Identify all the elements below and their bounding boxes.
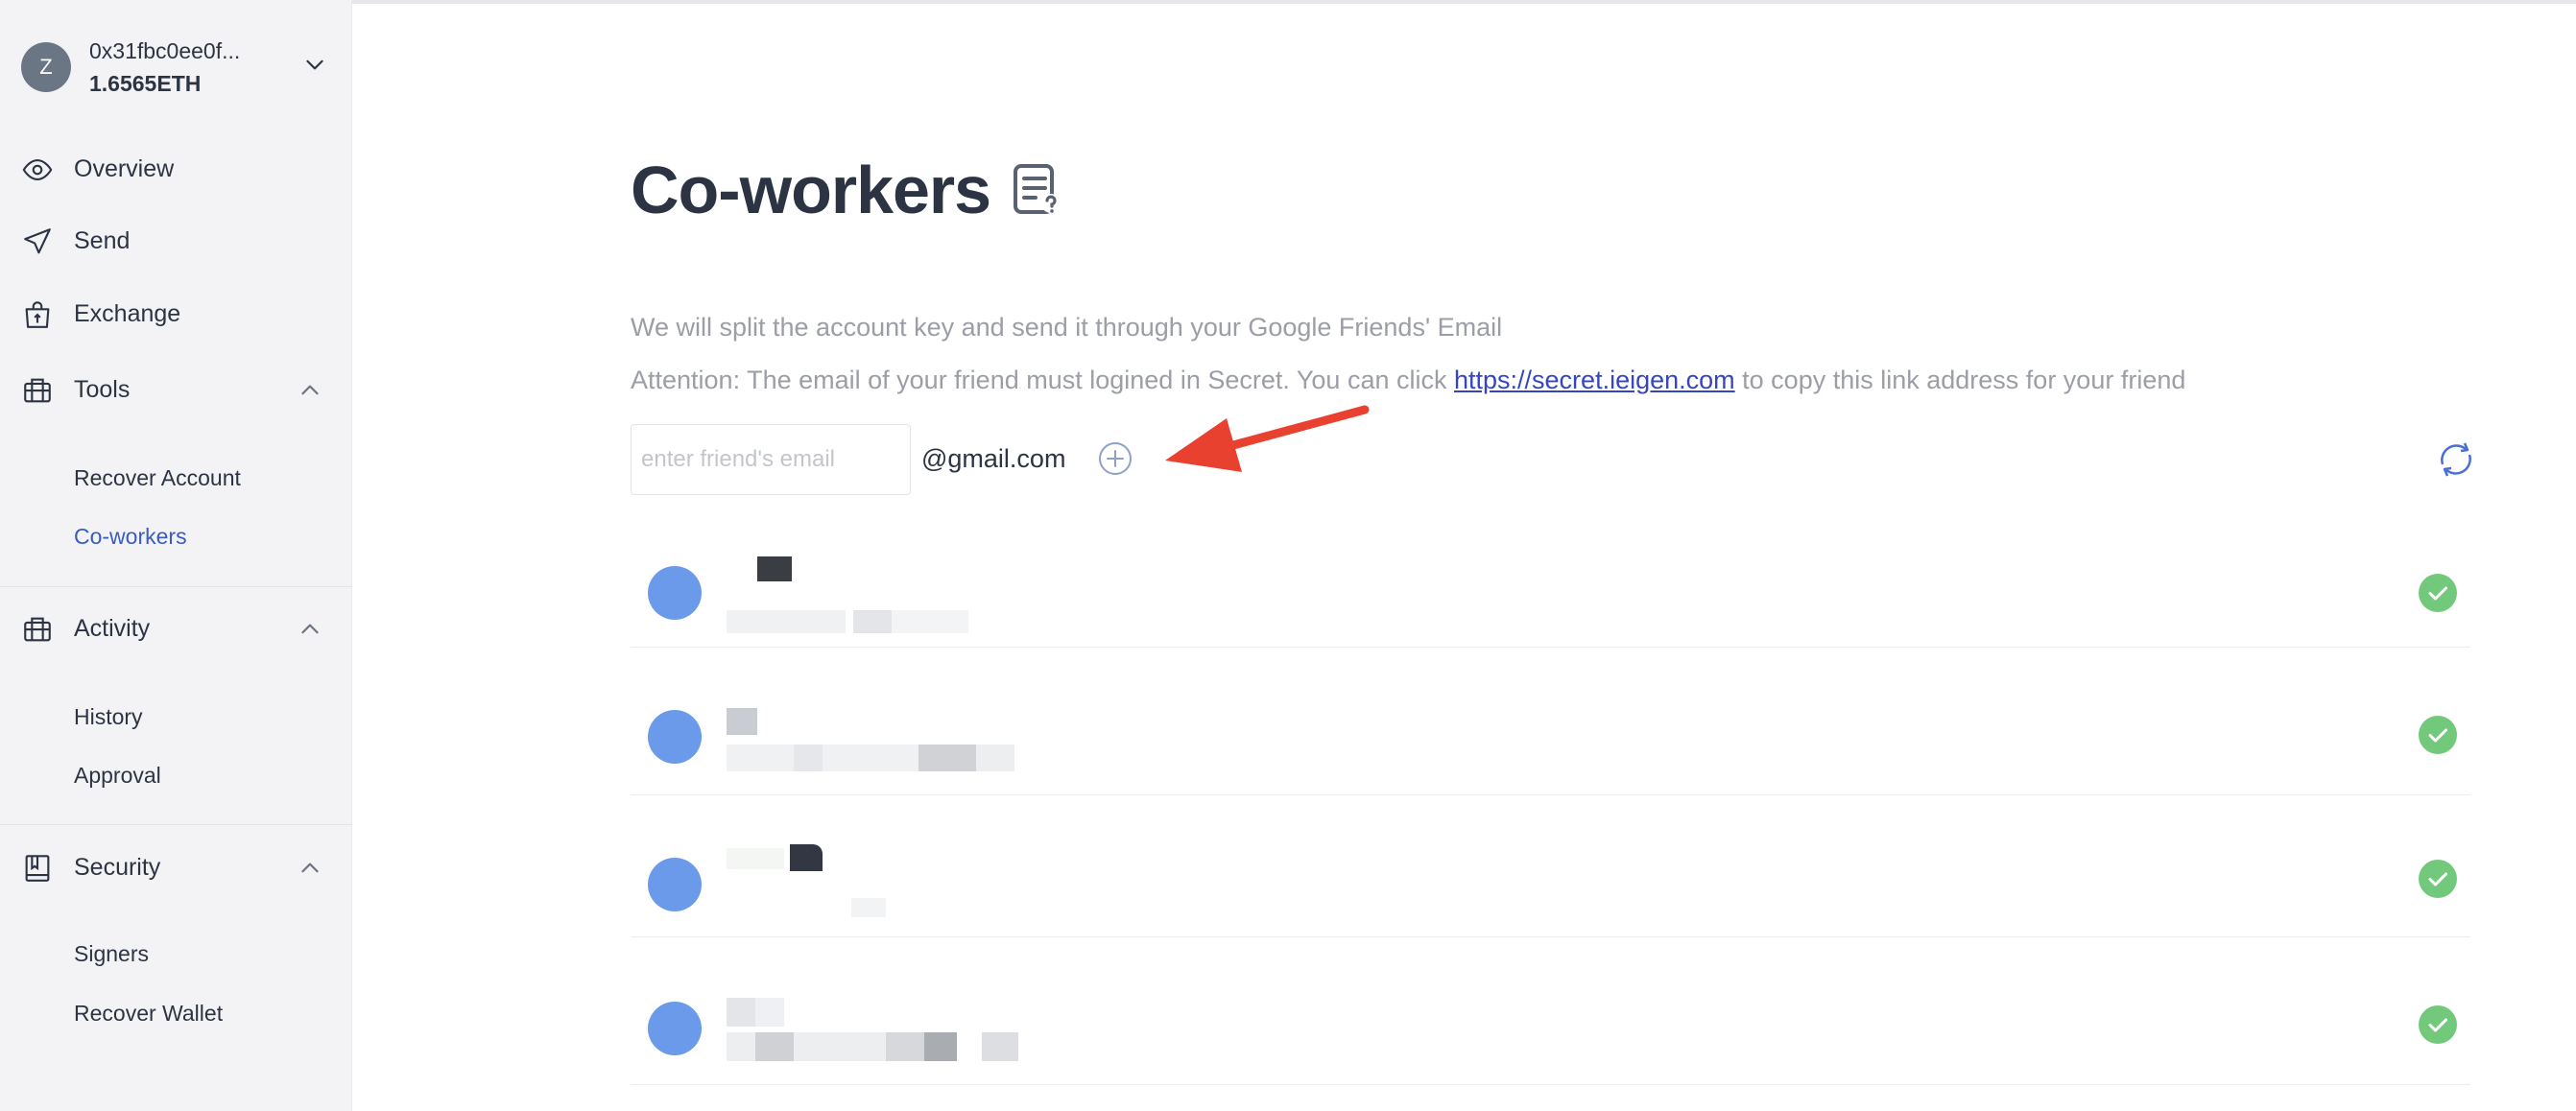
- chevron-up-icon[interactable]: [298, 617, 322, 642]
- status-check: [2419, 716, 2457, 754]
- top-border: [352, 0, 2576, 4]
- sidebar-item-label: Send: [74, 227, 131, 254]
- coworker-row: [631, 545, 2470, 648]
- account-address: 0x31fbc0ee0f...: [89, 38, 241, 63]
- description-text: Attention: The email of your friend must…: [631, 366, 1447, 394]
- annotation-arrow-icon: [1165, 405, 1370, 472]
- page-title: Co-workers: [631, 153, 991, 227]
- redacted-email: [727, 610, 846, 633]
- chevron-up-icon[interactable]: [298, 378, 322, 403]
- description-line-1: We will split the account key and send i…: [631, 313, 1503, 342]
- account-switcher[interactable]: Z 0x31fbc0ee0f... 1.6565ETH: [21, 38, 331, 98]
- sidebar-item-history[interactable]: History: [74, 704, 143, 730]
- refresh-icon[interactable]: [2436, 437, 2476, 482]
- sidebar-item-signers[interactable]: Signers: [74, 941, 149, 967]
- avatar: [648, 710, 702, 764]
- redacted-name: [727, 708, 757, 735]
- eye-icon: [22, 159, 53, 180]
- redacted-name: [757, 556, 792, 581]
- chevron-down-icon[interactable]: [302, 52, 327, 77]
- coworker-row: [631, 794, 2470, 937]
- description-text: to copy this link address for your frien…: [1742, 366, 2186, 394]
- shopping-bag-icon: [25, 301, 50, 328]
- document-question-icon[interactable]: [1013, 163, 1062, 217]
- toolbox-icon: [24, 378, 51, 403]
- sidebar-section-security[interactable]: Security: [0, 840, 352, 894]
- avatar: [648, 858, 702, 911]
- avatar: [648, 1002, 702, 1055]
- redacted-name: [790, 844, 823, 871]
- plus-circle-icon[interactable]: [1096, 439, 1134, 478]
- check-circle-icon: [2428, 1018, 2447, 1032]
- toolbox-icon: [24, 617, 51, 642]
- sidebar-section-tools[interactable]: Tools: [0, 363, 352, 416]
- sidebar-item-label: Tools: [74, 376, 131, 403]
- secret-link[interactable]: https://secret.ieigen.com: [1454, 366, 1735, 394]
- status-check: [2419, 860, 2457, 898]
- book-icon: [25, 855, 50, 882]
- account-balance: 1.6565ETH: [89, 71, 202, 96]
- redacted-email: [851, 898, 886, 917]
- send-icon: [24, 228, 51, 254]
- account-avatar: Z: [21, 42, 71, 92]
- sidebar-item-label: Activity: [74, 615, 151, 642]
- check-circle-icon: [2428, 586, 2447, 601]
- check-circle-icon: [2428, 872, 2447, 886]
- check-circle-icon: [2428, 728, 2447, 743]
- sidebar-item-label: Security: [74, 854, 161, 881]
- sidebar-item-recover-account[interactable]: Recover Account: [74, 465, 241, 491]
- redacted-email: [727, 745, 918, 771]
- email-domain-suffix: @gmail.com: [921, 444, 1066, 473]
- divider: [0, 586, 352, 587]
- sidebar-section-activity[interactable]: Activity: [0, 602, 352, 655]
- redacted-name: [727, 998, 755, 1027]
- divider: [0, 824, 352, 825]
- sidebar-item-overview[interactable]: Overview: [0, 142, 352, 196]
- sidebar: Z 0x31fbc0ee0f... 1.6565ETH Overview Sen…: [0, 0, 352, 1111]
- status-check: [2419, 1005, 2457, 1044]
- description-line-2: Attention: The email of your friend must…: [631, 366, 2185, 395]
- sidebar-item-recover-wallet[interactable]: Recover Wallet: [74, 1001, 223, 1027]
- sidebar-item-exchange[interactable]: Exchange: [0, 287, 352, 341]
- friend-email-input[interactable]: [631, 424, 911, 495]
- sidebar-item-co-workers[interactable]: Co-workers: [74, 524, 187, 550]
- chevron-up-icon[interactable]: [298, 856, 322, 881]
- avatar: [648, 566, 702, 620]
- sidebar-item-label: Overview: [74, 155, 175, 182]
- sidebar-item-send[interactable]: Send: [0, 214, 352, 268]
- status-check: [2419, 574, 2457, 612]
- coworker-row: [631, 936, 2470, 1085]
- coworker-row: [631, 647, 2470, 795]
- sidebar-item-approval[interactable]: Approval: [74, 763, 161, 789]
- sidebar-item-label: Exchange: [74, 300, 181, 327]
